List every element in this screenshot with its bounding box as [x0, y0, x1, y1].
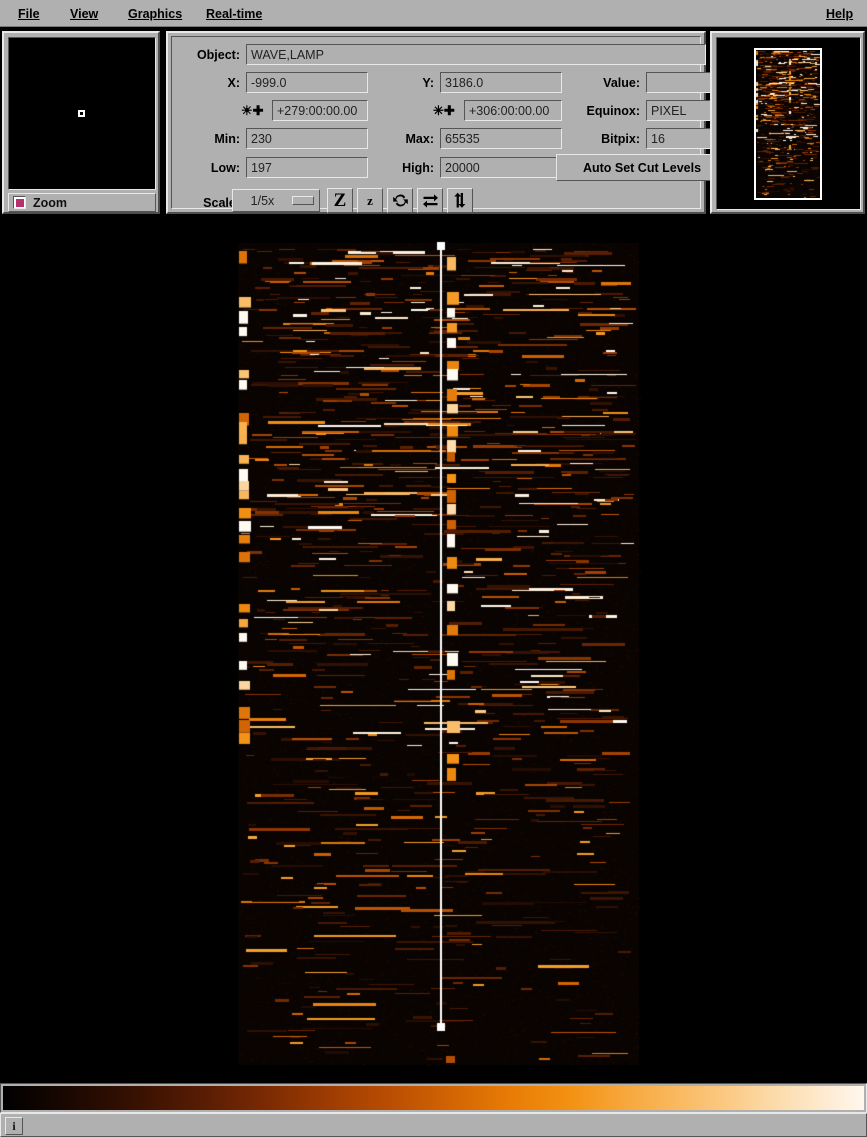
min-field[interactable]: 230 — [246, 128, 368, 149]
alpha-coordinate-field[interactable]: +279:00:00.00 — [272, 100, 368, 121]
low-label: Low: — [210, 161, 240, 175]
bitpix-label: Bitpix: — [601, 132, 640, 146]
panner-panel — [710, 31, 865, 214]
max-label: Max: — [405, 132, 434, 146]
zoom-out-button[interactable]: z — [357, 188, 383, 213]
zoom-in-button[interactable]: Z — [327, 188, 353, 213]
panner-view[interactable] — [716, 37, 861, 210]
equinox-label: Equinox: — [586, 104, 640, 118]
zoom-out-icon: z — [367, 193, 373, 208]
menu-real-time[interactable]: Real-time — [202, 6, 266, 22]
scale-value: 1/5x — [250, 193, 275, 208]
zoom-toggle-indicator — [13, 196, 26, 209]
menu-view[interactable]: View — [66, 6, 102, 22]
magnifier-cursor-icon — [78, 109, 85, 117]
zoom-toggle-label: Zoom — [33, 195, 68, 210]
high-field[interactable]: 20000 — [440, 157, 562, 178]
scale-label: Scale: — [203, 196, 240, 210]
flip-vertical-icon — [453, 192, 465, 208]
image-viewer-window: File View Graphics Real-time Help Zoom O… — [0, 0, 867, 1137]
delta-coordinate-field[interactable]: +306:00:00.00 — [464, 100, 562, 121]
rotate-icon — [392, 194, 408, 207]
flip-horizontal-button[interactable] — [417, 188, 443, 213]
auto-set-cut-levels-button[interactable]: Auto Set Cut Levels — [556, 154, 728, 181]
menu-graphics[interactable]: Graphics — [124, 6, 186, 22]
menu-file[interactable]: File — [14, 6, 44, 22]
menu-bar: File View Graphics Real-time Help — [0, 0, 867, 27]
flip-vertical-button[interactable] — [447, 188, 473, 213]
magnifier-view[interactable] — [8, 37, 156, 190]
main-image-display[interactable] — [0, 218, 867, 1080]
menu-view-label: View — [70, 7, 99, 21]
menu-file-label: File — [18, 7, 40, 21]
flip-horizontal-icon — [422, 194, 438, 208]
status-bar: i — [0, 1113, 867, 1137]
menu-graphics-label: Graphics — [128, 7, 183, 21]
heat-colormap-bar[interactable] — [3, 1086, 864, 1110]
high-label: High: — [402, 161, 434, 175]
x-label: X: — [227, 76, 241, 90]
min-label: Min: — [214, 132, 240, 146]
rotate-reset-button[interactable] — [387, 188, 413, 213]
object-field[interactable]: WAVE,LAMP — [246, 44, 706, 65]
star-plus-icon: ✳✚ — [433, 103, 455, 118]
colorbar-panel — [0, 1083, 867, 1113]
x-field[interactable]: -999.0 — [246, 72, 368, 93]
menu-help[interactable]: Help — [822, 6, 857, 22]
max-field[interactable]: 65535 — [440, 128, 562, 149]
panner-viewport-box[interactable] — [754, 48, 822, 200]
value-label: Value: — [603, 76, 640, 90]
menu-help-label: Help — [826, 7, 854, 21]
zoom-toggle[interactable]: Zoom — [8, 193, 156, 212]
object-label: Object: — [196, 48, 240, 62]
spectrum-image-canvas — [0, 218, 867, 1080]
dropdown-indicator-icon — [292, 196, 314, 205]
scale-dropdown[interactable]: 1/5x — [232, 189, 320, 212]
zoom-in-icon: Z — [333, 190, 347, 211]
y-label: Y: — [422, 76, 434, 90]
globe-plus-icon: ☀✚ — [241, 103, 264, 118]
y-field[interactable]: 3186.0 — [440, 72, 562, 93]
low-field[interactable]: 197 — [246, 157, 368, 178]
info-button[interactable]: i — [5, 1117, 23, 1135]
magnifier-panel: Zoom — [2, 31, 160, 214]
menu-real-time-label: Real-time — [206, 7, 263, 21]
info-control-panel: Object: WAVE,LAMP X: -999.0 Y: 3186.0 Va… — [166, 31, 728, 214]
